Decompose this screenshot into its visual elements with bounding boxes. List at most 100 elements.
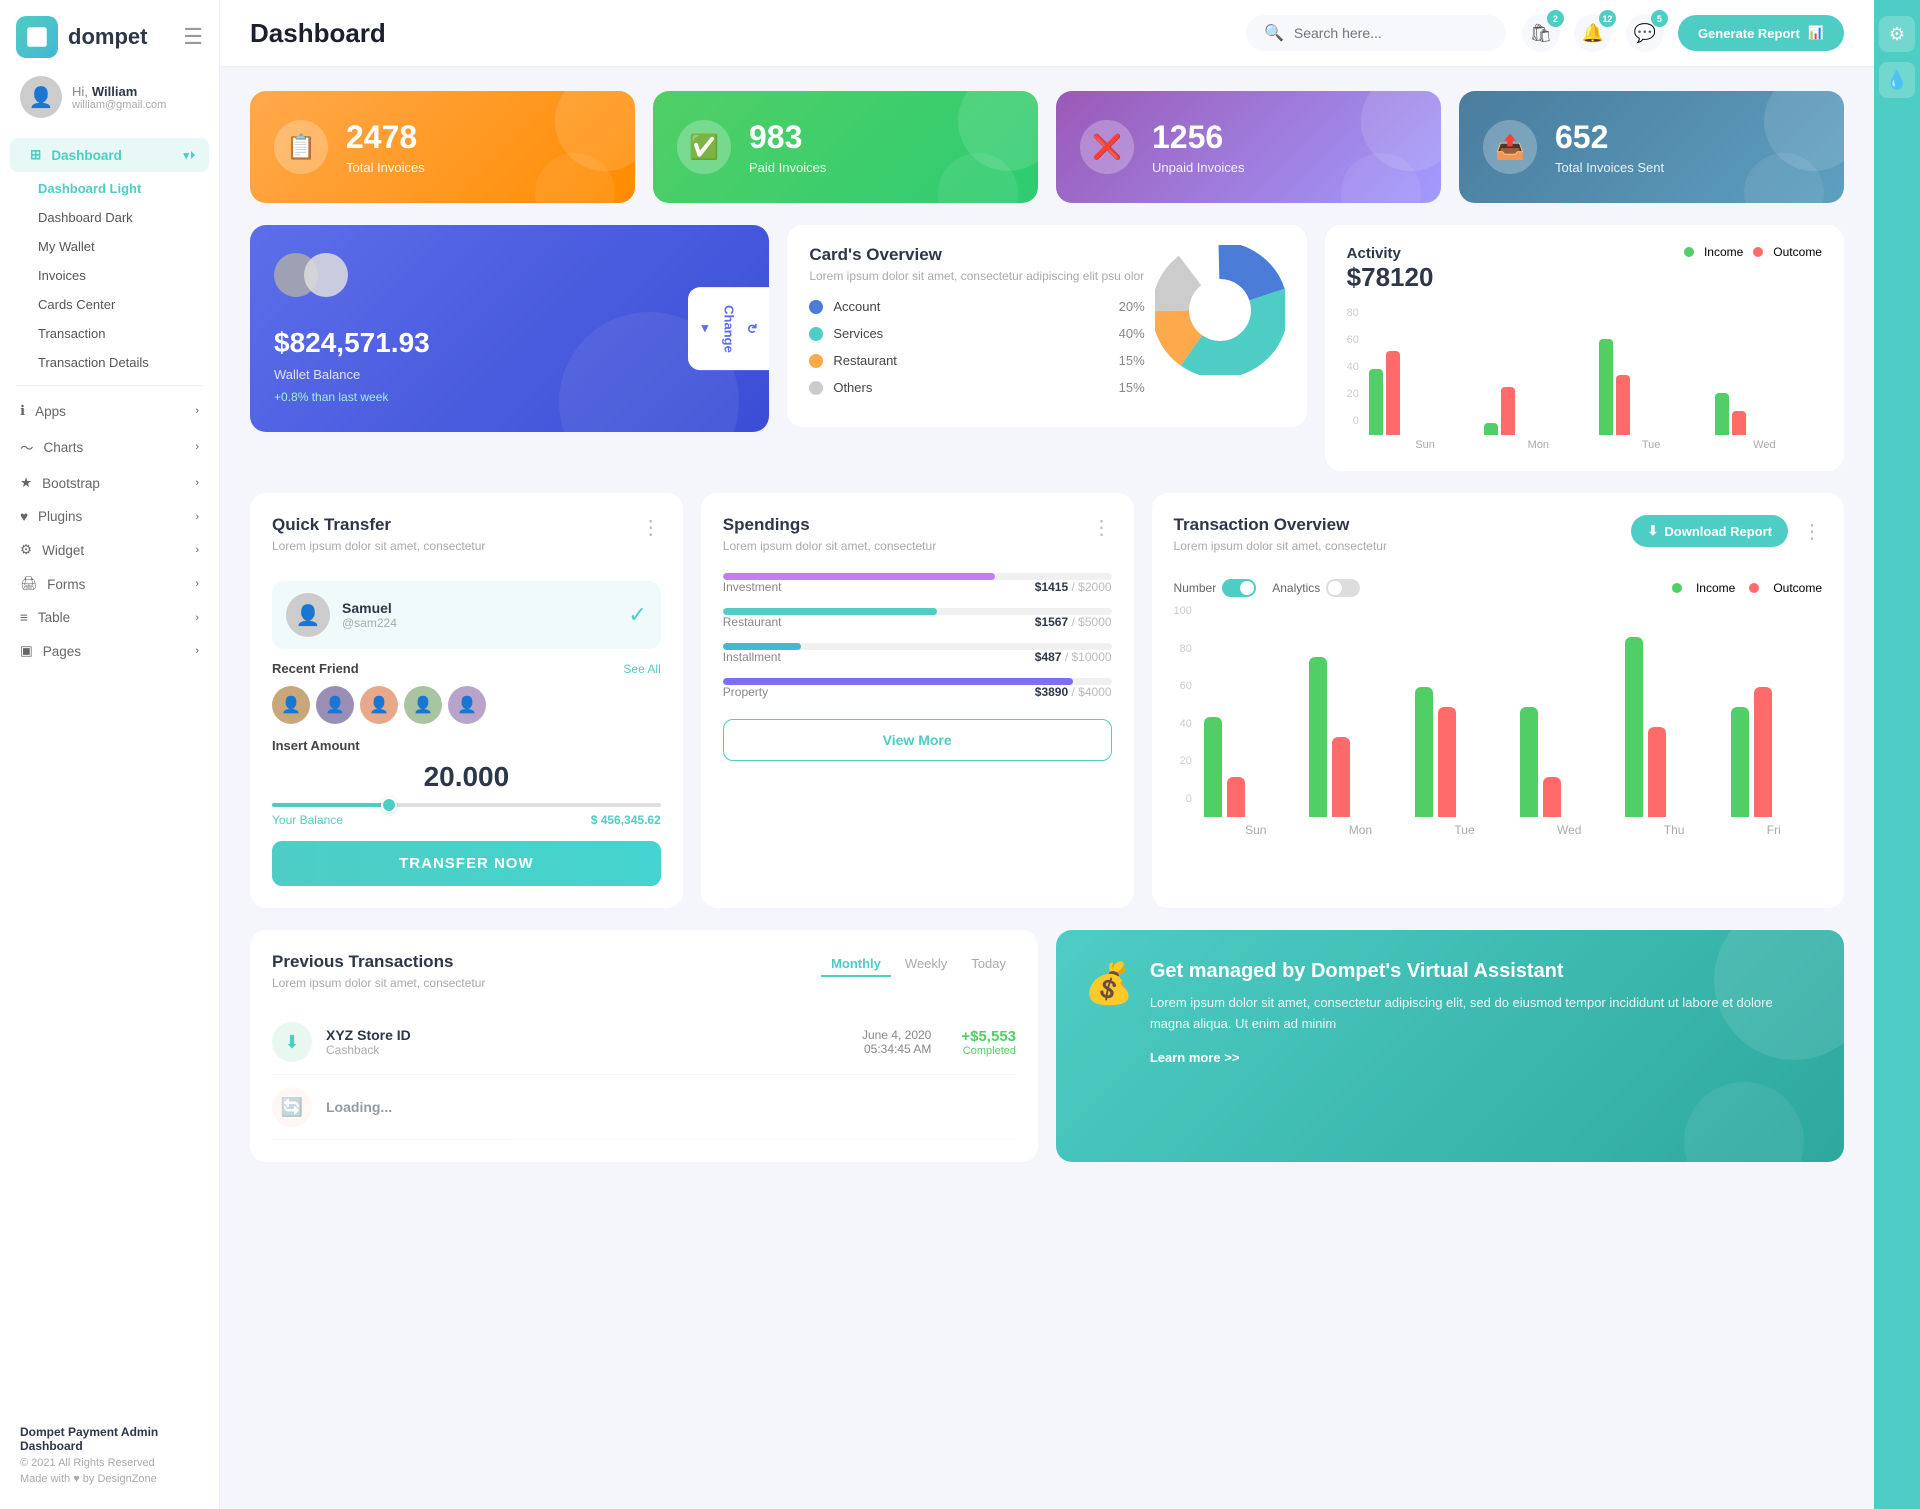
sidebar-item-table[interactable]: ≡ Table › (0, 601, 219, 634)
pt-icon-0: ⬇ (272, 1022, 312, 1062)
search-box: 🔍 (1246, 15, 1506, 51)
sidebar-item-charts[interactable]: 〜 Charts › (0, 428, 219, 466)
spending-fill-2 (723, 643, 801, 650)
spending-label-row-2: Installment $487 / $10000 (723, 650, 1112, 664)
to-bar-sun-outcome (1227, 777, 1245, 817)
to-bar-fri (1731, 687, 1822, 817)
va-blob2 (1684, 1082, 1804, 1162)
prev-va-row: Previous Transactions Lorem ipsum dolor … (250, 930, 1844, 1162)
to-dots-button[interactable]: ⋮ (1802, 519, 1822, 544)
spending-row-2: Installment $487 / $10000 (723, 643, 1112, 664)
sidebar-sub-dashboard-light[interactable]: Dashboard Light (0, 174, 219, 203)
toggle-analytics-thumb (1328, 581, 1342, 595)
spendings-title: Spendings (723, 515, 936, 535)
cart-button[interactable]: 🛍 2 (1522, 14, 1560, 52)
qt-subtitle: Lorem ipsum dolor sit amet, consectetur (272, 539, 485, 553)
transfer-now-button[interactable]: TRANSFER NOW (272, 841, 661, 886)
sidebar-sub-dashboard-dark[interactable]: Dashboard Dark (0, 203, 219, 232)
sidebar-sub-invoices[interactable]: Invoices (0, 261, 219, 290)
sidebar-item-charts-label: Charts (44, 440, 84, 455)
va-learn-more-link[interactable]: Learn more >> (1150, 1050, 1240, 1065)
download-report-button[interactable]: ⬇ Download Report (1631, 515, 1788, 547)
to-y-axis: 100 80 60 40 20 0 (1174, 605, 1198, 805)
bootstrap-icon: ★ (20, 475, 32, 491)
sidebar-item-dashboard[interactable]: ⊞ Dashboard ▾ (10, 138, 209, 172)
pt-icon-1: 🔄 (272, 1087, 312, 1127)
sent-invoices-icon: 📤 (1483, 120, 1537, 174)
to-bars-wrap: Sun Mon Tue Wed Thu Fri (1204, 605, 1822, 837)
sidebar-sub-transaction[interactable]: Transaction (0, 319, 219, 348)
generate-report-button[interactable]: Generate Report 📊 (1678, 15, 1844, 51)
chevron-down-icon: ▾ (183, 149, 189, 162)
va-text: Get managed by Dompet's Virtual Assistan… (1150, 960, 1816, 1067)
to-bar-mon (1309, 657, 1400, 817)
bar-wed-outcome (1732, 411, 1746, 435)
sidebar-sub-cards-center[interactable]: Cards Center (0, 290, 219, 319)
transfer-avatar: 👤 (286, 593, 330, 637)
sidebar-item-forms[interactable]: 🖨 Forms › (0, 567, 219, 601)
total-invoices-icon: 📋 (274, 120, 328, 174)
main-content: Dashboard 🔍 🛍 2 🔔 12 💬 5 Generate Report… (220, 0, 1874, 1509)
toggle-number[interactable] (1222, 579, 1256, 597)
to-bar-mon-income (1309, 657, 1327, 817)
toggle-analytics[interactable] (1326, 579, 1360, 597)
view-more-button[interactable]: View More (723, 719, 1112, 761)
pt-row-0: ⬇ XYZ Store ID Cashback June 4, 2020 05:… (272, 1010, 1016, 1075)
spendings-items: Investment $1415 / $2000 (723, 573, 1112, 699)
slider-fill (272, 803, 389, 807)
spendings-dots-button[interactable]: ⋮ (1092, 515, 1112, 540)
sidebar-item-plugins[interactable]: ♥ Plugins › (0, 500, 219, 533)
water-drop-button[interactable]: 💧 (1879, 62, 1915, 98)
slider-thumb[interactable] (381, 797, 397, 813)
dashboard-icon: ⊞ (30, 147, 41, 163)
activity-chart-wrap: 80 60 40 20 0 (1347, 307, 1822, 451)
sidebar-item-apps[interactable]: ℹ Apps › (0, 394, 219, 428)
co-pct-others: 15% (1119, 380, 1145, 395)
card-overview-title: Card's Overview (809, 245, 1144, 265)
hamburger-icon[interactable]: ☰ (183, 24, 203, 50)
chevron-right-icon3: › (195, 477, 199, 489)
to-bar-wed-outcome (1543, 777, 1561, 817)
to-bar-tue-income (1415, 687, 1433, 817)
sidebar-sub-transaction-details[interactable]: Transaction Details (0, 348, 219, 377)
to-bar-tue-outcome (1438, 707, 1456, 817)
slider-track (272, 803, 661, 807)
sidebar-item-widget[interactable]: ⚙ Widget › (0, 533, 219, 567)
change-button[interactable]: ↻ Change ▾ (688, 287, 769, 371)
bottom-row: Quick Transfer Lorem ipsum dolor sit ame… (250, 493, 1844, 908)
sidebar-item-bootstrap[interactable]: ★ Bootstrap › (0, 466, 219, 500)
wallet-card: $824,571.93 Wallet Balance +0.8% than la… (250, 225, 769, 432)
pt-tabs: Monthly Weekly Today (821, 952, 1016, 977)
pt-tab-monthly[interactable]: Monthly (821, 952, 891, 977)
gear-icon: ⚙ (1889, 24, 1905, 45)
sidebar-item-dashboard-label: Dashboard (51, 148, 122, 163)
spending-label-row-3: Property $3890 / $4000 (723, 685, 1112, 699)
sidebar-item-bootstrap-label: Bootstrap (42, 476, 100, 491)
toggle-number-thumb (1240, 581, 1254, 595)
transfer-user: 👤 Samuel @sam224 ✓ (272, 581, 661, 649)
pt-tab-weekly[interactable]: Weekly (895, 952, 957, 977)
pt-tab-today[interactable]: Today (961, 952, 1016, 977)
sidebar-item-pages[interactable]: ▣ Pages › (0, 634, 219, 668)
spendings-header: Spendings Lorem ipsum dolor sit amet, co… (723, 515, 1112, 569)
chevron-right-icon2: › (195, 441, 199, 453)
see-all-link[interactable]: See All (623, 662, 660, 676)
activity-amount: $78120 (1347, 262, 1434, 293)
co-row-3: Others 15% (809, 380, 1144, 395)
toggle-number-label: Number (1174, 581, 1217, 595)
pt-date-0: June 4, 2020 (862, 1028, 931, 1042)
pt-info-0: XYZ Store ID Cashback (326, 1027, 411, 1057)
qt-title: Quick Transfer (272, 515, 485, 535)
settings-button[interactable]: ⚙ (1879, 16, 1915, 52)
notification-button[interactable]: 🔔 12 (1574, 14, 1612, 52)
chat-button[interactable]: 💬 5 (1626, 14, 1664, 52)
app-logo-text: dompet (68, 24, 147, 50)
sidebar-item-pages-label: Pages (43, 644, 81, 659)
download-report-label: Download Report (1664, 524, 1772, 539)
sidebar-sub-my-wallet[interactable]: My Wallet (0, 232, 219, 261)
toggle-number-group: Number (1174, 579, 1257, 597)
friend-avatar-3: 👤 (360, 686, 398, 724)
qt-dots-button[interactable]: ⋮ (641, 515, 661, 540)
search-input[interactable] (1294, 25, 1474, 41)
bar-group-tue (1599, 339, 1706, 435)
